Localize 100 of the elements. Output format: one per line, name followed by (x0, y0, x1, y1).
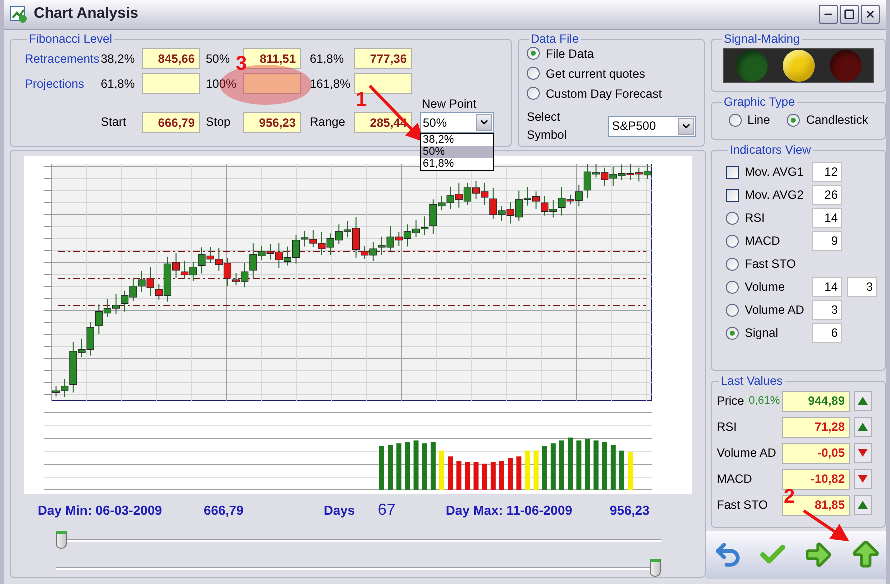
radio-button[interactable] (787, 114, 800, 126)
oscillator-bar (508, 458, 514, 490)
radio-button[interactable] (726, 234, 739, 248)
value-field[interactable]: 71,28 (782, 416, 850, 438)
oscillator-bar (525, 450, 530, 490)
radio-button[interactable] (726, 258, 739, 270)
oscillator-bar (388, 445, 394, 490)
value-field[interactable] (243, 73, 301, 94)
trend-button[interactable] (854, 417, 872, 437)
percent-label: 61,8% (310, 52, 344, 66)
value-field[interactable] (142, 73, 200, 94)
value-label: Volume AD (717, 445, 778, 462)
percent-label: 50% (206, 52, 230, 66)
new-point-label: New Point (422, 96, 478, 112)
app-icon (10, 6, 28, 24)
radio-label: File Data (546, 46, 594, 62)
trend-button[interactable] (854, 495, 872, 515)
radio-label: Custom Day Forecast (546, 86, 662, 102)
oscillator-bar (620, 450, 624, 490)
symbol-label: Select Symbol (527, 109, 568, 144)
oscillator-bar (516, 456, 522, 490)
parameter-field[interactable]: 6 (812, 323, 842, 343)
indicator-label: RSI (745, 210, 766, 227)
parameter-field[interactable]: 26 (812, 185, 842, 205)
parameter-field[interactable]: 9 (812, 231, 842, 251)
oscillator-bar (456, 461, 462, 490)
range-label: Start (101, 114, 128, 131)
percent-label: 38,2% (101, 52, 136, 66)
radio-button[interactable] (527, 47, 540, 60)
value-field[interactable] (354, 73, 412, 94)
oscillator-bar (585, 439, 590, 490)
value-field[interactable]: 845,66 (142, 48, 200, 69)
value-field[interactable]: 777,36 (354, 48, 412, 69)
range-slider[interactable] (56, 559, 660, 577)
trend-button[interactable] (854, 443, 872, 463)
indicator-label: MACD (745, 233, 782, 250)
radio-button[interactable] (527, 87, 540, 100)
oscillator-bar (430, 442, 436, 490)
oscillator-bar (396, 444, 402, 490)
value-field[interactable]: -0,05 (782, 442, 850, 464)
radio-button[interactable] (726, 304, 739, 316)
radio-button[interactable] (726, 212, 739, 224)
close-button[interactable] (861, 5, 880, 24)
range-slider[interactable] (56, 531, 660, 549)
value-label: Price (717, 393, 746, 410)
indicator-label: Volume AD (745, 302, 806, 319)
oscillator-bar (490, 462, 496, 490)
indicator-label: Signal (745, 325, 780, 342)
row-label: Retracements (25, 50, 101, 68)
percent-label: 161,8% (310, 76, 351, 90)
group-title: Last Values (720, 374, 784, 388)
dropdown-option[interactable]: 38,2% (421, 134, 493, 146)
parameter-field[interactable]: 14 (812, 277, 842, 297)
trend-button[interactable] (854, 469, 872, 489)
range-label: Range (310, 114, 346, 131)
oscillator-bar (474, 462, 479, 490)
annotation-number: 1 (356, 90, 368, 110)
slider-thumb[interactable] (56, 531, 66, 549)
new-point-dropdown[interactable]: 50% (420, 112, 494, 133)
parameter-field[interactable]: 14 (812, 208, 842, 228)
oscillator-bar (422, 444, 428, 490)
indicator-label: Mov. AVG2 (745, 187, 805, 204)
value-field[interactable]: 666,79 (142, 112, 200, 133)
parameter-field[interactable]: 3 (847, 277, 877, 297)
radio-label: Get current quotes (546, 66, 646, 82)
dropdown-button[interactable] (476, 114, 492, 131)
parameter-field[interactable]: 3 (812, 300, 842, 320)
slider-thumb[interactable] (650, 559, 660, 577)
value-field[interactable]: 944,89 (782, 390, 850, 412)
parameter-field[interactable]: 12 (812, 162, 842, 182)
radio-button[interactable] (726, 326, 739, 340)
group-title: Data File (530, 32, 580, 46)
dropdown-button[interactable] (678, 118, 694, 134)
oscillator-bar (440, 450, 444, 490)
day-min-label: Day Min: 06-03-2009 (38, 502, 164, 520)
radio-button[interactable] (726, 280, 739, 294)
oscillator-bar (602, 442, 608, 490)
checkbox[interactable] (726, 188, 739, 202)
oscillator-bar (628, 452, 634, 490)
trend-button[interactable] (854, 391, 872, 411)
checkbox[interactable] (726, 166, 739, 178)
maximize-button[interactable] (840, 5, 859, 24)
oscillator-bar (500, 461, 504, 490)
oscillator-bar (405, 442, 410, 490)
dropdown-option[interactable]: 61,8% (421, 158, 493, 170)
dropdown-option[interactable]: 50% (421, 146, 493, 158)
value-field[interactable]: -10,82 (782, 468, 850, 490)
minimize-button[interactable] (819, 5, 838, 24)
symbol-dropdown[interactable]: S&P500 (608, 116, 696, 136)
change-percent: 0,61% (749, 394, 782, 409)
group-title: Graphic Type (723, 95, 796, 109)
indicator-label: Fast STO (745, 256, 798, 273)
oscillator-bar (568, 438, 574, 490)
radio-button[interactable] (527, 67, 540, 80)
radio-button[interactable] (728, 114, 742, 126)
day-max-value: 956,23 (610, 502, 650, 520)
oscillator-bar (448, 456, 454, 490)
oscillator-bar (610, 445, 616, 490)
indicator-label: Volume (745, 279, 786, 296)
value-field[interactable]: 956,23 (243, 112, 301, 133)
